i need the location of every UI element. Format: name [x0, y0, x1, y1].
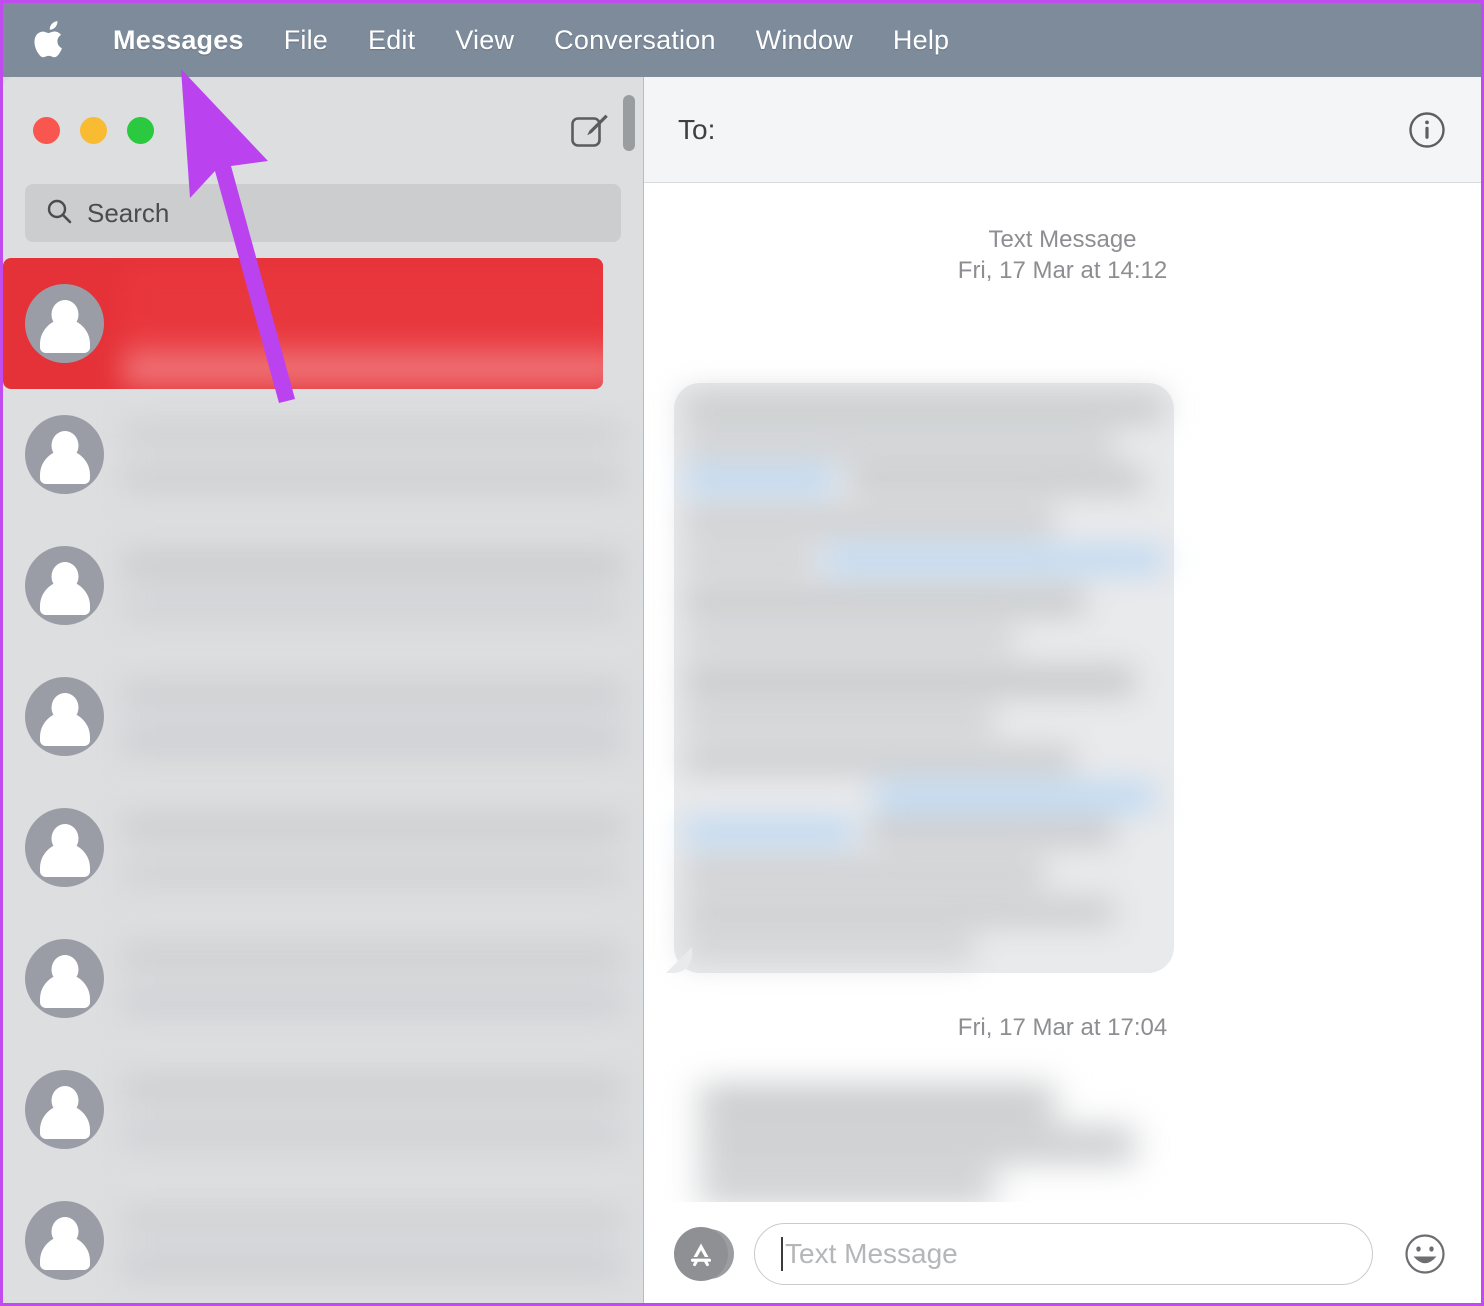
to-field-label: To: — [678, 113, 716, 145]
menu-item-messages[interactable]: Messages — [93, 25, 264, 56]
messages-window: Search To: Text Message Fri, 17 Mar at 1… — [3, 77, 1481, 1303]
person-avatar-icon — [25, 939, 104, 1018]
message-input-placeholder: Text Message — [785, 1238, 958, 1269]
minimize-window-button[interactable] — [80, 117, 107, 144]
message-service-timestamp: Text Message Fri, 17 Mar at 14:12 — [644, 225, 1481, 286]
redacted-conversation-preview — [123, 1189, 623, 1289]
search-input[interactable]: Search — [25, 184, 621, 242]
message-bubble-incoming-2[interactable] — [660, 1068, 1175, 1202]
redacted-message-content — [660, 1068, 1175, 1202]
conversation-pane: To: Text Message Fri, 17 Mar at 14:12 Fr… — [644, 77, 1481, 1303]
menu-item-view[interactable]: View — [435, 25, 534, 56]
conversation-sidebar: Search — [3, 77, 644, 1303]
message-bubble-incoming[interactable] — [674, 383, 1174, 973]
menu-item-help[interactable]: Help — [873, 25, 969, 56]
redacted-conversation-preview — [123, 927, 623, 1027]
list-item[interactable] — [3, 258, 603, 389]
conversation-list[interactable] — [3, 258, 643, 1303]
list-item[interactable] — [3, 520, 643, 651]
person-avatar-icon — [25, 677, 104, 756]
apple-logo-icon[interactable] — [33, 20, 67, 60]
redacted-conversation-preview — [123, 403, 623, 503]
list-item[interactable] — [3, 651, 643, 782]
search-icon — [45, 197, 73, 230]
search-container: Search — [3, 184, 643, 242]
redacted-conversation-preview — [123, 796, 623, 896]
message-timestamp: Fri, 17 Mar at 14:12 — [957, 256, 1168, 284]
traffic-lights — [33, 117, 154, 144]
list-item[interactable] — [3, 782, 643, 913]
redacted-conversation-preview — [123, 534, 623, 634]
redacted-conversation-preview — [123, 1058, 623, 1158]
person-avatar-icon — [25, 1201, 104, 1280]
redacted-conversation-preview — [123, 264, 603, 382]
message-timestamp: Fri, 17 Mar at 17:04 — [957, 1014, 1168, 1041]
menu-item-window[interactable]: Window — [736, 25, 873, 56]
recipient-bar[interactable]: To: — [644, 77, 1481, 183]
compose-pencil-icon[interactable] — [567, 109, 611, 153]
message-compose-bar: Text Message — [644, 1202, 1481, 1303]
sidebar-scrollbar[interactable] — [623, 95, 635, 151]
person-avatar-icon — [25, 546, 104, 625]
list-item[interactable] — [3, 389, 643, 520]
message-service-label: Text Message — [988, 226, 1137, 253]
list-item[interactable] — [3, 1044, 643, 1175]
redacted-message-content — [674, 383, 1174, 973]
menu-item-conversation[interactable]: Conversation — [534, 25, 736, 56]
message-thread[interactable]: Text Message Fri, 17 Mar at 14:12 Fri, 1… — [644, 183, 1481, 1202]
person-avatar-icon — [25, 808, 104, 887]
text-cursor — [781, 1237, 783, 1271]
redacted-conversation-preview — [123, 665, 623, 765]
menu-item-file[interactable]: File — [264, 25, 348, 56]
smiley-face-icon[interactable] — [1399, 1228, 1451, 1280]
info-circle-icon[interactable] — [1405, 108, 1449, 152]
list-item[interactable] — [3, 1175, 643, 1303]
person-avatar-icon — [25, 1070, 104, 1149]
search-placeholder: Search — [87, 197, 170, 228]
message-timestamp-group: Fri, 17 Mar at 17:04 — [644, 1013, 1481, 1044]
maximize-window-button[interactable] — [127, 117, 154, 144]
macos-menu-bar: Messages File Edit View Conversation Win… — [3, 3, 1481, 77]
list-item[interactable] — [3, 913, 643, 1044]
screenshot-root: Messages File Edit View Conversation Win… — [0, 0, 1484, 1306]
person-avatar-icon — [25, 415, 104, 494]
app-store-icon[interactable] — [674, 1227, 734, 1281]
menu-item-edit[interactable]: Edit — [348, 25, 435, 56]
sidebar-titlebar — [3, 77, 643, 184]
message-text-input[interactable]: Text Message — [754, 1223, 1373, 1285]
person-avatar-icon — [25, 284, 104, 363]
close-window-button[interactable] — [33, 117, 60, 144]
